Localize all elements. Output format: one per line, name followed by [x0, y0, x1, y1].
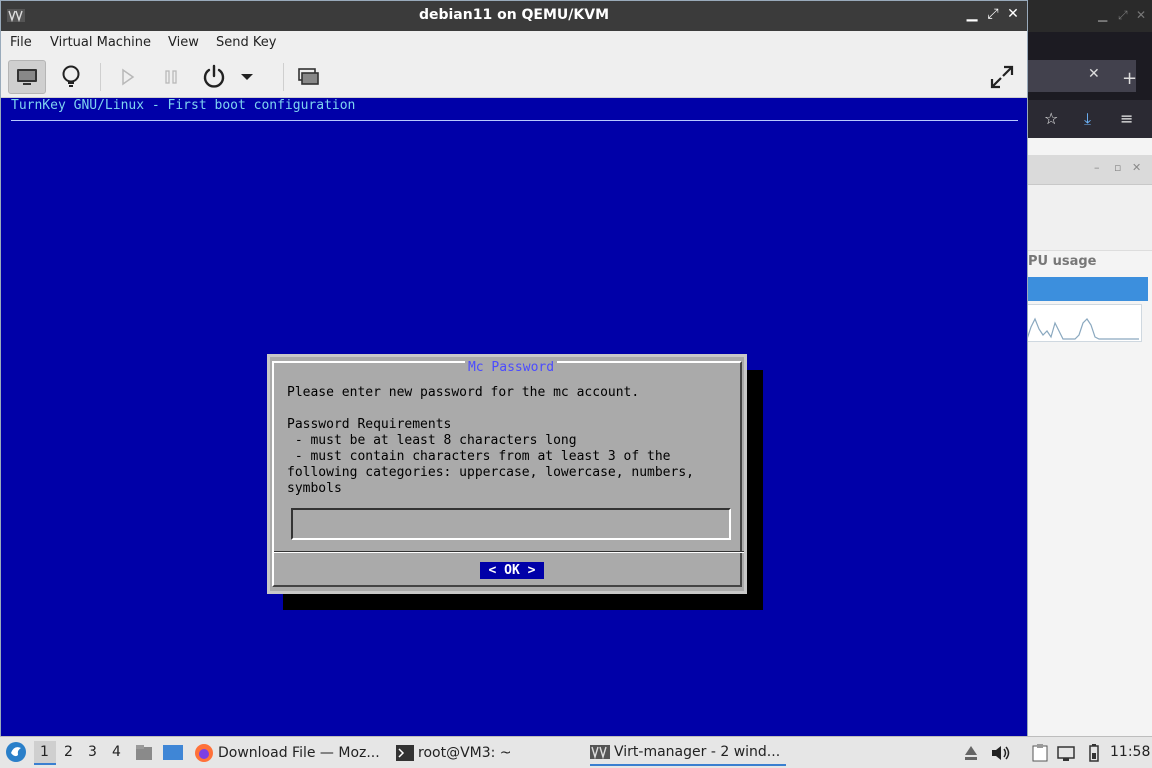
bg-minimize-icon[interactable]: ▁ [1098, 8, 1107, 22]
hamburger-menu-icon[interactable]: ≡ [1120, 109, 1133, 128]
chevron-down-icon [241, 74, 253, 80]
volume-icon[interactable] [990, 743, 1012, 763]
dialog-frame: Mc Password Please enter new password fo… [272, 360, 744, 587]
battery-icon[interactable] [1084, 743, 1104, 763]
requirement-line: - must be at least 8 characters long [287, 433, 577, 448]
power-icon [203, 64, 225, 88]
requirement-line: symbols [287, 481, 342, 496]
task-label: root@VM3: ~ [418, 745, 512, 761]
background-titlebar: ▁ ⤢ ✕ [1026, 0, 1152, 32]
task-label: Virt-manager - 2 wind... [614, 744, 781, 760]
clock: 11:58 [1110, 744, 1151, 760]
menu-bar: File Virtual Machine View Send Key [1, 31, 1027, 55]
lightbulb-icon [62, 65, 80, 87]
snapshots-icon [298, 68, 319, 85]
restore-button[interactable]: ⤢ [984, 6, 1002, 22]
taskbar: 1 2 3 4 Download File — Moz... root@VM3:… [0, 736, 1152, 768]
tray-up-arrow-icon[interactable] [962, 743, 980, 763]
fullscreen-icon [990, 65, 1014, 89]
dialog-title: Mc Password [464, 360, 558, 375]
clipboard-icon[interactable] [1030, 743, 1050, 763]
fullscreen-button[interactable] [983, 60, 1021, 94]
firefox-icon [195, 744, 213, 762]
vm-window: debian11 on QEMU/KVM ▁ ⤢ ✕ File Virtual … [0, 0, 1028, 736]
vm-console[interactable]: TurnKey GNU/Linux - First boot configura… [1, 98, 1027, 736]
details-view-button[interactable] [52, 60, 90, 94]
bg-sub-close-icon: ✕ [1132, 161, 1142, 174]
pause-button[interactable] [152, 60, 190, 94]
play-icon [122, 68, 135, 86]
bookmark-star-icon[interactable]: ☆ [1044, 109, 1058, 128]
task-label: Download File — Moz... [218, 745, 380, 761]
download-icon[interactable]: ⤓ [1084, 109, 1091, 129]
taskbar-task-virt-manager[interactable]: Virt-manager - 2 wind... [590, 740, 786, 766]
password-dialog: Mc Password Please enter new password fo… [267, 354, 747, 594]
taskbar-task-terminal[interactable]: root@VM3: ~ [396, 740, 512, 766]
cpu-usage-label: PU usage [1028, 254, 1097, 269]
console-rule [11, 120, 1018, 121]
dialog-title-wrap: Mc Password [274, 360, 748, 375]
bg-panel [1026, 185, 1152, 251]
dialog-divider [274, 551, 744, 553]
menu-view[interactable]: View [168, 35, 199, 50]
pause-icon [165, 70, 177, 84]
workspace-2[interactable]: 2 [64, 744, 73, 760]
browser-toolbar: ☆ ⤓ ≡ [1026, 100, 1152, 138]
bg-restore-icon[interactable]: ⤢ [1118, 8, 1128, 23]
shutdown-button[interactable] [195, 60, 233, 94]
requirements-heading: Password Requirements [287, 417, 452, 432]
toolbar-separator [100, 63, 101, 91]
browser-tab[interactable]: ✕ [1026, 60, 1136, 92]
toolbar [1, 55, 1027, 98]
minimize-button[interactable]: ▁ [963, 6, 981, 22]
background-window: ▁ ⤢ ✕ ✕ + ☆ ⤓ ≡ – ▫ ✕ PU usage [1026, 0, 1152, 736]
bg-sub-restore-icon: ▫ [1114, 161, 1122, 174]
monitor-icon [17, 69, 37, 85]
start-menu-icon[interactable] [5, 741, 27, 763]
workspace-3[interactable]: 3 [88, 744, 97, 760]
browser-tab-bar: ✕ + [1026, 32, 1152, 100]
network-icon[interactable] [1056, 743, 1076, 763]
terminal-icon [396, 745, 414, 761]
bg-sub-minimize-icon: – [1094, 161, 1100, 174]
close-button[interactable]: ✕ [1004, 6, 1022, 22]
run-button[interactable] [108, 60, 146, 94]
workspace-4[interactable]: 4 [112, 744, 121, 760]
toolbar-separator [283, 63, 284, 91]
requirement-line: following categories: uppercase, lowerca… [287, 465, 694, 480]
show-desktop-icon[interactable] [162, 743, 184, 763]
ok-button[interactable]: < OK > [480, 562, 544, 579]
window-titlebar: debian11 on QEMU/KVM ▁ ⤢ ✕ [1, 1, 1027, 31]
menu-virtual-machine[interactable]: Virtual Machine [50, 35, 151, 50]
workspace-1[interactable]: 1 [40, 744, 49, 760]
taskbar-task-firefox[interactable]: Download File — Moz... [194, 740, 380, 766]
file-manager-icon[interactable] [134, 743, 154, 763]
shutdown-menu-button[interactable] [234, 60, 260, 94]
requirement-line: - must contain characters from at least … [287, 449, 671, 464]
bg-sub-titlebar: – ▫ ✕ [1026, 155, 1152, 185]
menu-file[interactable]: File [10, 35, 32, 50]
new-tab-icon[interactable]: + [1122, 68, 1137, 89]
cpu-graph [1026, 304, 1142, 342]
console-header: TurnKey GNU/Linux - First boot configura… [11, 98, 356, 113]
window-title: debian11 on QEMU/KVM [418, 7, 610, 23]
menu-send-key[interactable]: Send Key [216, 35, 276, 50]
selected-row[interactable] [1026, 277, 1148, 301]
password-input[interactable] [291, 508, 731, 540]
console-view-button[interactable] [8, 60, 46, 94]
dialog-prompt: Please enter new password for the mc acc… [287, 385, 640, 400]
snapshots-button[interactable] [289, 60, 327, 94]
bg-close-icon[interactable]: ✕ [1136, 8, 1146, 22]
tab-close-icon[interactable]: ✕ [1088, 66, 1100, 82]
virt-manager-icon [590, 745, 610, 759]
